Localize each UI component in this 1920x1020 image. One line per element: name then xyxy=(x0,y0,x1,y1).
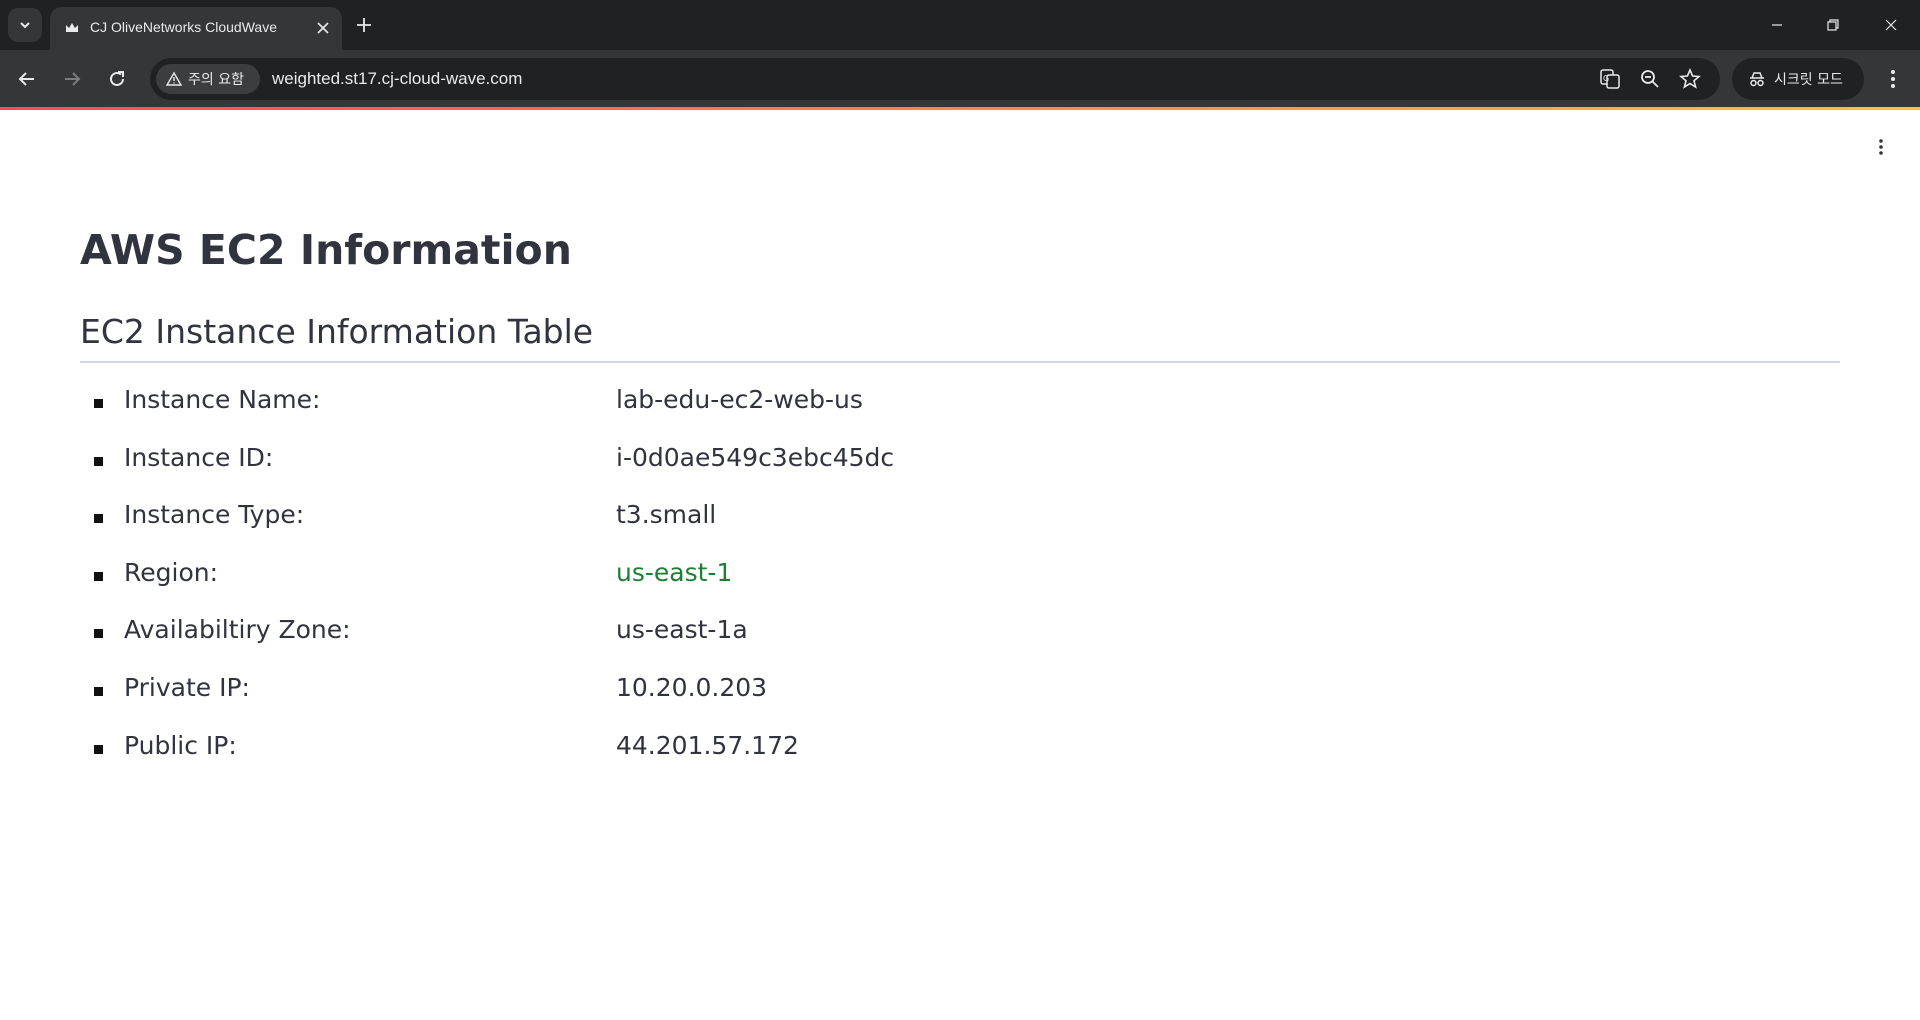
url-text[interactable]: weighted.st17.cj-cloud-wave.com xyxy=(272,69,522,89)
info-label: Instance Name: xyxy=(124,385,321,414)
tab-strip: CJ OliveNetworks CloudWave xyxy=(0,0,1920,50)
zoom-icon[interactable] xyxy=(1638,67,1662,91)
info-row-region: Region: us-east-1 xyxy=(80,556,1840,614)
info-label: Private IP: xyxy=(124,672,250,702)
bullet xyxy=(94,399,103,408)
browser-toolbar: 주의 요함 weighted.st17.cj-cloud-wave.com G … xyxy=(0,50,1920,108)
star-icon[interactable] xyxy=(1678,67,1702,91)
browser-menu-icon[interactable] xyxy=(1880,66,1906,92)
instance-info-list: Instance Name: lab-edu-ec2-web-us Instan… xyxy=(80,383,1840,786)
restore-icon[interactable] xyxy=(1820,12,1846,38)
info-label: Instance ID: xyxy=(124,442,274,472)
window-close-icon[interactable] xyxy=(1878,12,1904,38)
reload-icon[interactable] xyxy=(104,66,130,92)
tab-list-button[interactable] xyxy=(8,8,42,42)
page-content: AWS EC2 Information EC2 Instance Informa… xyxy=(0,110,1920,1020)
section-title: EC2 Instance Information Table xyxy=(80,312,594,351)
info-value: t3.small xyxy=(616,500,717,530)
bullet xyxy=(94,514,103,524)
info-row-private-ip: Private IP: 10.20.0.203 xyxy=(80,671,1840,729)
page-title: AWS EC2 Information xyxy=(80,226,572,274)
incognito-chip[interactable]: 시크릿 모드 xyxy=(1732,58,1864,100)
info-value: us-east-1a xyxy=(616,615,748,645)
bullet xyxy=(94,456,103,466)
info-label: Availabiltiry Zone: xyxy=(124,615,351,645)
translate-icon[interactable]: G xyxy=(1598,67,1622,91)
incognito-icon xyxy=(1750,72,1764,87)
section-divider xyxy=(80,361,1840,363)
bullet xyxy=(94,686,103,696)
region-value: us-east-1 xyxy=(616,557,733,587)
bullet xyxy=(94,629,103,639)
security-chip[interactable]: 주의 요함 xyxy=(156,64,260,94)
browser-tab[interactable]: CJ OliveNetworks CloudWave xyxy=(50,7,342,50)
warning-icon xyxy=(166,71,182,86)
info-label: Instance Type: xyxy=(124,500,305,530)
crown-favicon-icon xyxy=(66,23,78,32)
svg-text:G: G xyxy=(1603,74,1609,83)
tab-title: CJ OliveNetworks CloudWave xyxy=(90,19,277,35)
address-bar[interactable]: 주의 요함 weighted.st17.cj-cloud-wave.com G xyxy=(150,58,1720,100)
info-row-public-ip: Public IP: 44.201.57.172 xyxy=(80,729,1840,787)
info-label: Public IP: xyxy=(124,730,237,760)
bullet xyxy=(94,571,103,581)
security-label: 주의 요함 xyxy=(188,72,244,88)
back-arrow-icon[interactable] xyxy=(14,66,40,92)
forward-arrow-icon[interactable] xyxy=(59,66,85,92)
info-row-instance-name: Instance Name: lab-edu-ec2-web-us xyxy=(80,383,1840,441)
info-value: 44.201.57.172 xyxy=(616,730,799,760)
close-icon[interactable] xyxy=(314,19,332,37)
info-label: Region: xyxy=(124,557,219,587)
info-row-instance-type: Instance Type: t3.small xyxy=(80,498,1840,556)
info-row-instance-id: Instance ID: i-0d0ae549c3ebc45dc xyxy=(80,441,1840,499)
info-value: i-0d0ae549c3ebc45dc xyxy=(616,442,895,472)
minimize-icon[interactable] xyxy=(1764,12,1790,38)
bullet xyxy=(94,744,103,754)
kebab-menu-icon[interactable] xyxy=(1870,136,1892,158)
info-value: lab-edu-ec2-web-us xyxy=(616,385,863,414)
incognito-label: 시크릿 모드 xyxy=(1774,72,1843,88)
tab-list-icon xyxy=(20,22,30,29)
info-value: 10.20.0.203 xyxy=(616,672,768,702)
info-row-availability-zone: Availabiltiry Zone: us-east-1a xyxy=(80,613,1840,671)
plus-icon[interactable] xyxy=(352,13,376,37)
